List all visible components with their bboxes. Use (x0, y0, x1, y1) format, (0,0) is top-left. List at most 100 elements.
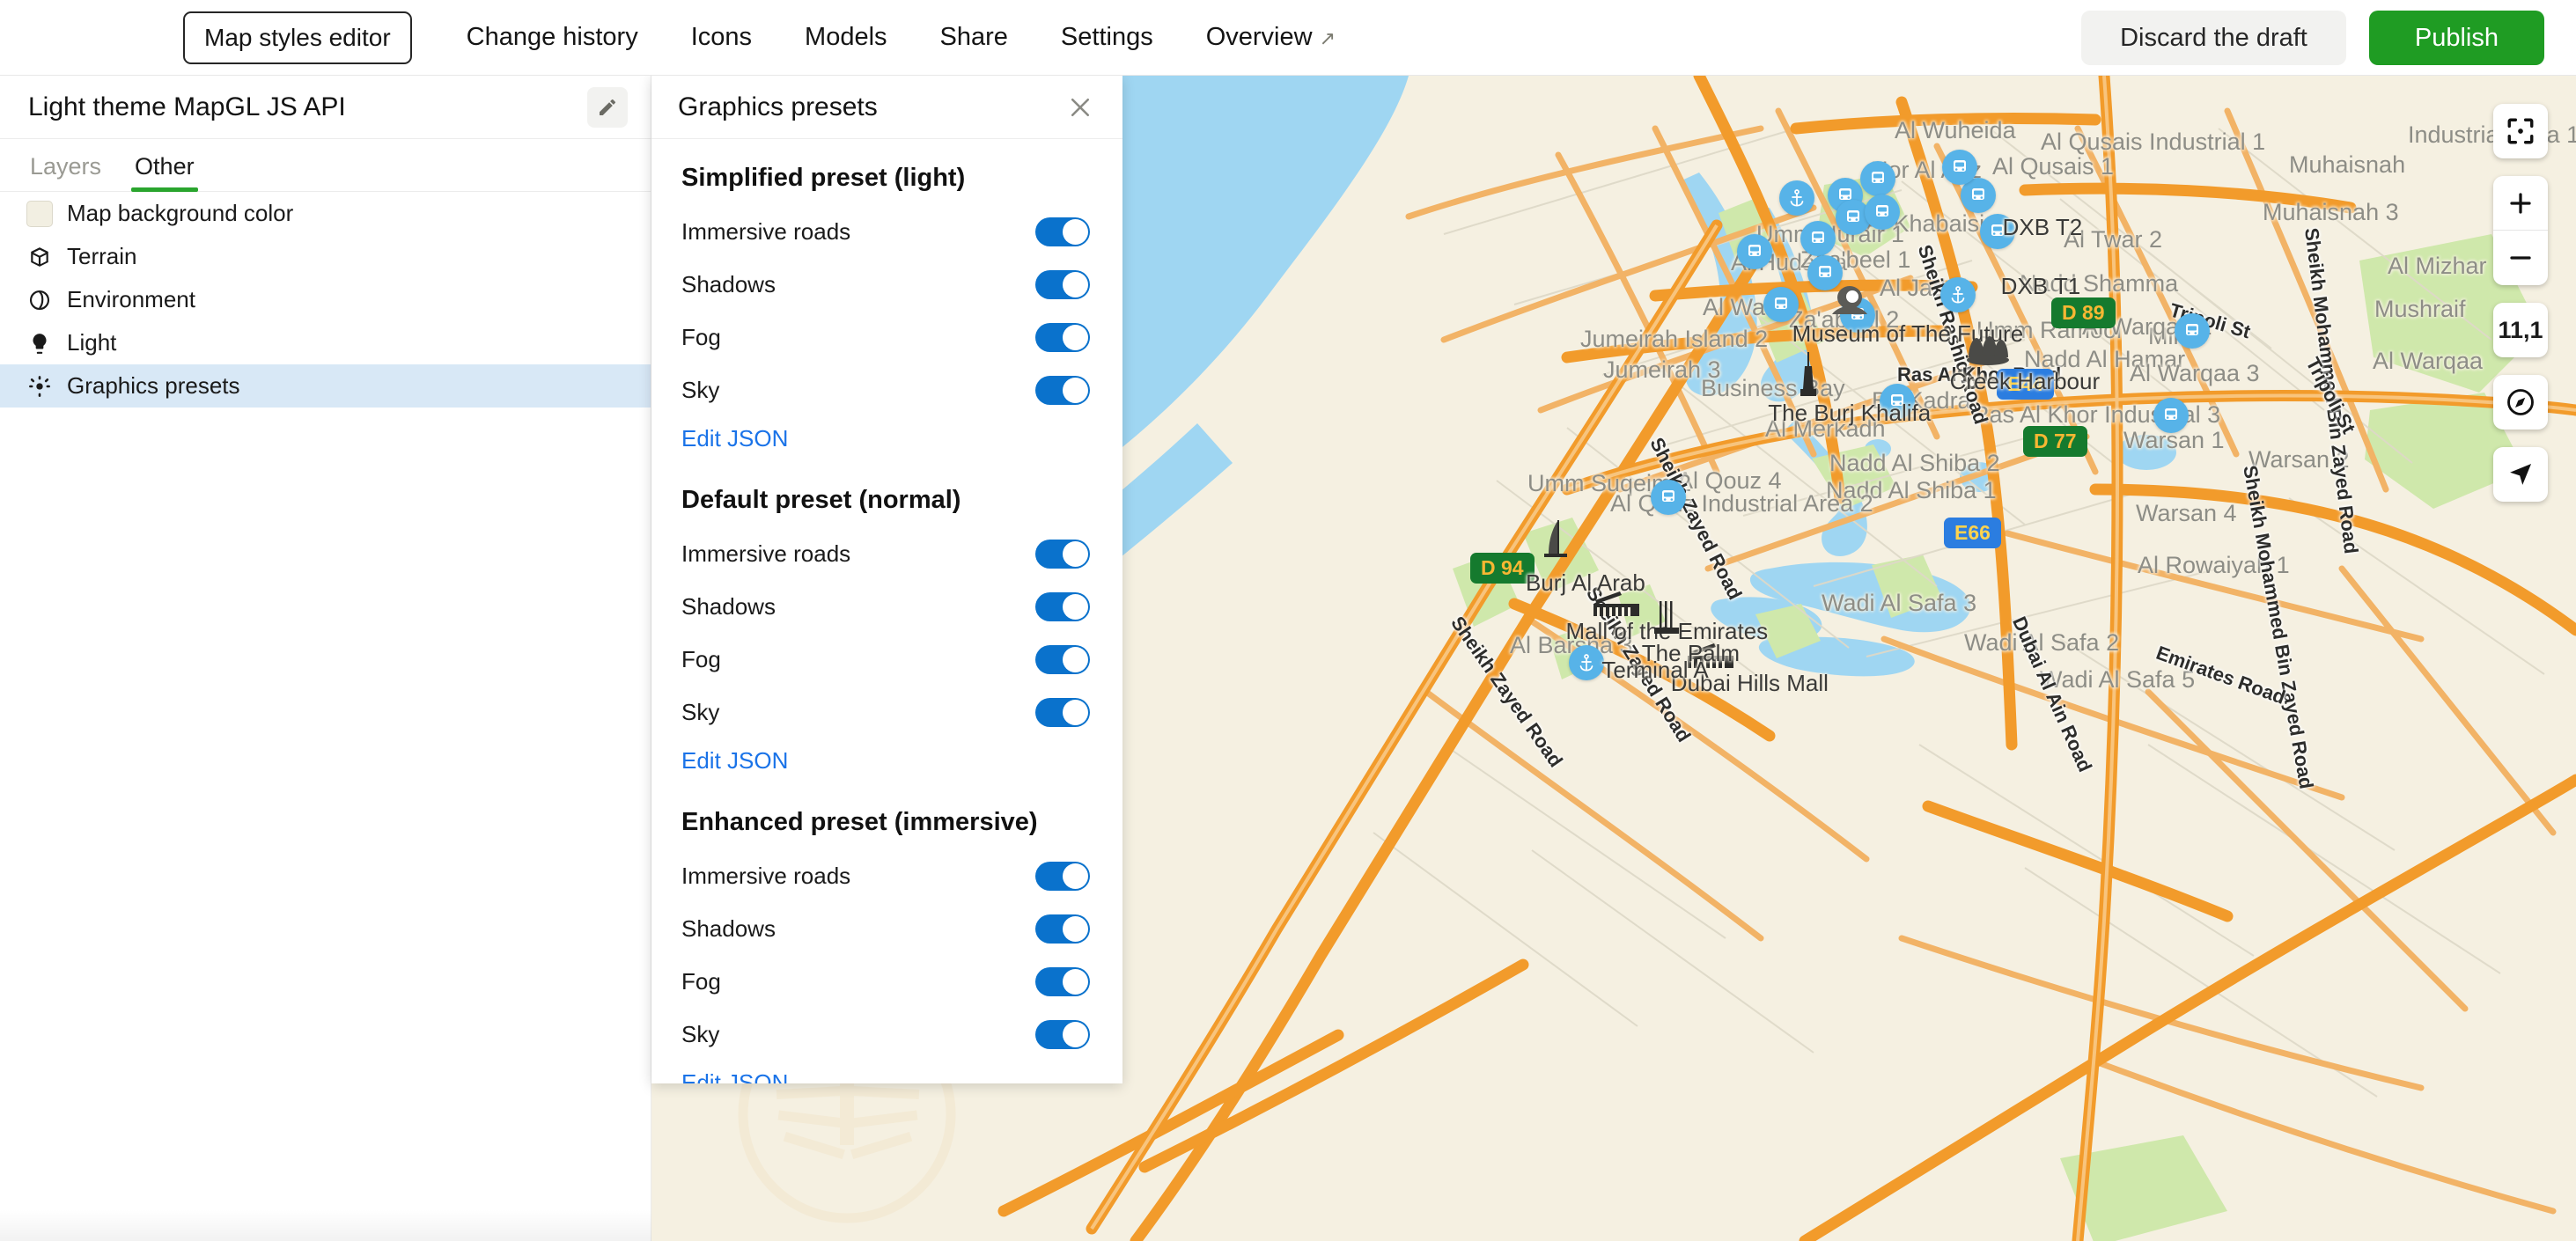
nav-icons[interactable]: Icons (665, 25, 778, 50)
toggle-knob (1063, 915, 1088, 942)
nav-settings[interactable]: Settings (1034, 25, 1180, 50)
nav-overview[interactable]: Overview ↗ (1180, 25, 1362, 50)
map-controls: 11,1 (2493, 104, 2548, 502)
toggle-shadows[interactable] (1035, 914, 1090, 944)
map-poi-label: The Burj Khalifa (1768, 400, 1932, 426)
toggle-knob (1063, 271, 1088, 297)
map-road-shield: D 89 (2051, 297, 2116, 328)
map-poi-label: Terminal A (1601, 657, 1709, 683)
discard-draft-button[interactable]: Discard the draft (2081, 11, 2346, 65)
toggle-fog[interactable] (1035, 966, 1090, 996)
preset-row-sky: Sky (681, 686, 1093, 738)
nav-change-history[interactable]: Change history (440, 25, 665, 50)
preset-row-fog: Fog (681, 955, 1093, 1008)
toggle-sky[interactable] (1035, 1019, 1090, 1049)
sidebar-item-map-background-color[interactable]: Map background color (0, 192, 651, 235)
toggle-immersive-roads[interactable] (1035, 861, 1090, 891)
preset-label: Fog (681, 645, 721, 672)
edit-json-link[interactable]: Edit JSON (681, 747, 788, 775)
pencil-icon[interactable] (587, 86, 628, 128)
preset-label: Immersive roads (681, 217, 851, 245)
harbour-icon (1912, 331, 2063, 368)
zoom-in-icon[interactable] (2493, 176, 2548, 231)
sidebar-list: Map background color Terrain Environment… (0, 192, 651, 408)
toggle-knob (1063, 1021, 1088, 1047)
top-nav: Map styles editor Change history Icons M… (183, 11, 1362, 64)
toggle-knob (1063, 218, 1088, 245)
zoom-level-readout[interactable]: 11,1 (2493, 303, 2548, 357)
toggle-knob (1063, 699, 1088, 725)
zoom-out-icon[interactable] (2493, 231, 2548, 285)
toggle-sky[interactable] (1035, 697, 1090, 727)
map-poi-label: DXB T1 (2000, 273, 2081, 299)
nav-overview-label: Overview (1205, 23, 1313, 51)
preset-label: Immersive roads (681, 862, 851, 889)
sidebar-item-label: Environment (67, 286, 195, 312)
bus-icon[interactable] (2175, 313, 2210, 349)
toggle-fog[interactable] (1035, 644, 1090, 674)
sidebar-item-environment[interactable]: Environment (0, 278, 651, 321)
preset-label: Shadows (681, 270, 776, 297)
map-poi[interactable]: Terminal A (1575, 657, 1709, 684)
center-target-icon[interactable] (2493, 104, 2548, 158)
edit-json-link[interactable]: Edit JSON (681, 1069, 788, 1083)
anchor-icon[interactable] (1779, 180, 1814, 216)
bus-icon[interactable] (1651, 480, 1686, 515)
toggle-knob (1063, 646, 1088, 672)
environment-icon (26, 287, 53, 313)
sidebar-item-terrain[interactable]: Terrain (0, 235, 651, 278)
locate-arrow-icon[interactable] (2493, 447, 2548, 502)
close-icon[interactable] (1061, 88, 1100, 127)
bus-icon[interactable] (1865, 195, 1900, 230)
preset-label: Shadows (681, 592, 776, 620)
toggle-knob (1063, 593, 1088, 620)
nav-map-styles-editor[interactable]: Map styles editor (183, 11, 412, 64)
toggle-fog[interactable] (1035, 322, 1090, 352)
compass-icon[interactable] (2493, 375, 2548, 430)
toggle-immersive-roads[interactable] (1035, 217, 1090, 246)
bus-icon[interactable] (2153, 398, 2189, 433)
map-road-shield: E66 (1944, 518, 2001, 548)
external-link-icon: ↗ (1319, 27, 1336, 49)
light-bulb-icon (26, 330, 53, 356)
preset-group-title: Default preset (normal) (681, 486, 961, 514)
bus-icon[interactable] (1800, 221, 1836, 256)
toggle-knob (1063, 377, 1088, 403)
bus-icon[interactable] (1860, 161, 1895, 196)
toggle-sky[interactable] (1035, 375, 1090, 405)
sidebar-item-graphics-presets[interactable]: Graphics presets (0, 364, 651, 408)
sidebar-item-light[interactable]: Light (0, 321, 651, 364)
map-poi[interactable]: The Burj Khalifa (1727, 352, 1932, 427)
preset-group-title: Enhanced preset (immersive) (681, 808, 1038, 836)
left-sidebar: Light theme MapGL JS API Layers Other Ma… (0, 76, 651, 1241)
map-poi[interactable]: DXB T2 (1983, 214, 2083, 241)
sidebar-item-label: Graphics presets (67, 372, 240, 399)
nav-share[interactable]: Share (914, 25, 1034, 50)
graphics-presets-header: Graphics presets (651, 76, 1122, 139)
tab-other[interactable]: Other (131, 153, 198, 192)
map-poi[interactable]: Creek Harbour (1912, 331, 2100, 395)
tab-layers[interactable]: Layers (26, 153, 105, 191)
bus-icon[interactable] (1737, 234, 1772, 269)
sidebar-item-label: Light (67, 329, 117, 356)
preset-row-sky: Sky (681, 363, 1093, 416)
preset-row-shadows: Shadows (681, 258, 1093, 311)
toggle-shadows[interactable] (1035, 591, 1090, 621)
preset-label: Sky (681, 376, 720, 403)
preset-row-immersive-roads: Immersive roads (681, 205, 1093, 258)
museum-icon (1734, 285, 1966, 320)
toggle-knob (1063, 863, 1088, 889)
edit-json-link[interactable]: Edit JSON (681, 425, 788, 452)
zoom-level-value: 11,1 (2498, 316, 2543, 343)
map-poi-label: Museum of The Future (1792, 320, 2024, 347)
map-poi-label: Dubai Hills Mall (1670, 670, 1829, 696)
map-poi[interactable]: DXB T1 (1981, 273, 2081, 300)
nav-models[interactable]: Models (778, 25, 914, 50)
toggle-shadows[interactable] (1035, 269, 1090, 299)
publish-button[interactable]: Publish (2368, 11, 2544, 65)
preset-label: Fog (681, 967, 721, 995)
toggle-immersive-roads[interactable] (1035, 539, 1090, 569)
map-poi[interactable]: Burj Al Arab (1496, 518, 1645, 597)
bus-icon[interactable] (1942, 150, 1977, 185)
preset-label: Fog (681, 323, 721, 350)
